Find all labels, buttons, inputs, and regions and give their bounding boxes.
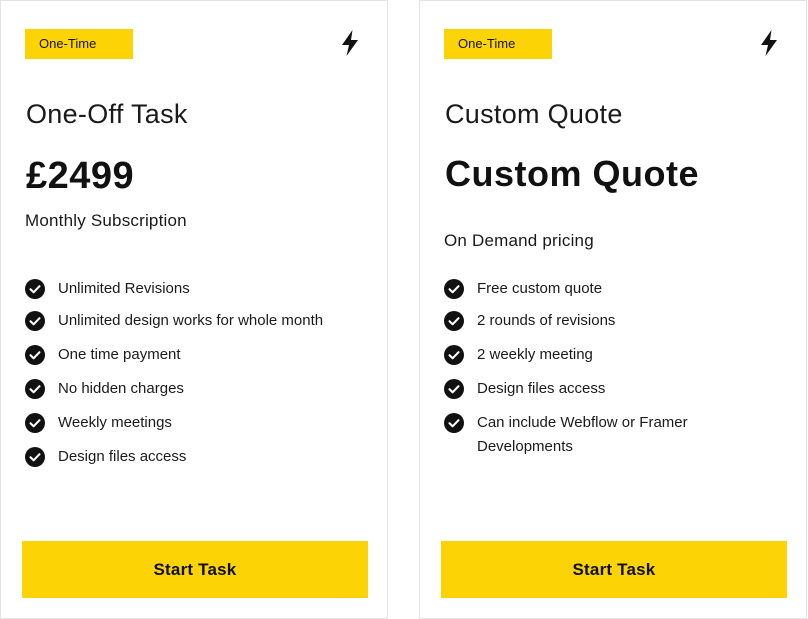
check-circle-icon xyxy=(444,379,464,399)
feature-item: Free custom quote xyxy=(444,277,794,301)
feature-text: Design files access xyxy=(58,448,187,465)
pricing-card-custom-quote: One-Time Custom Quote Custom Quote On De… xyxy=(419,0,807,619)
lightning-bolt-icon xyxy=(759,30,779,56)
check-circle-icon xyxy=(25,379,45,399)
feature-item: Design files access xyxy=(444,377,794,401)
feature-list: Unlimited Revisions Unlimited design wor… xyxy=(25,277,375,469)
check-circle-icon xyxy=(25,279,45,299)
start-task-button[interactable]: Start Task xyxy=(441,541,787,598)
plan-price: Custom Quote xyxy=(445,153,699,194)
check-circle-icon xyxy=(25,345,45,365)
feature-text: Unlimited design works for whole month xyxy=(58,312,324,329)
feature-list: Free custom quote 2 rounds of revisions … xyxy=(444,277,794,459)
check-circle-icon xyxy=(25,413,45,433)
check-circle-icon xyxy=(25,447,45,467)
check-circle-icon xyxy=(444,345,464,365)
check-circle-icon xyxy=(444,279,464,299)
feature-item: Unlimited design works for whole month xyxy=(25,309,375,333)
check-circle-icon xyxy=(444,413,464,433)
feature-item: Weekly meetings xyxy=(25,411,375,435)
pricing-card-one-off-task: One-Time One-Off Task £2499 Monthly Subs… xyxy=(0,0,388,619)
feature-text: Can include Webflow or Framer Developmen… xyxy=(477,414,688,455)
feature-text: Weekly meetings xyxy=(58,414,172,431)
check-circle-icon xyxy=(444,311,464,331)
feature-item: 2 rounds of revisions xyxy=(444,309,794,333)
feature-item: One time payment xyxy=(25,343,375,367)
lightning-bolt-icon xyxy=(340,30,360,56)
feature-item: Can include Webflow or Framer Developmen… xyxy=(444,411,734,459)
plan-title: Custom Quote xyxy=(445,99,623,129)
feature-text: 2 rounds of revisions xyxy=(477,312,616,329)
feature-text: 2 weekly meeting xyxy=(477,346,593,363)
feature-text: Free custom quote xyxy=(477,280,603,297)
feature-item: No hidden charges xyxy=(25,377,375,401)
feature-item: 2 weekly meeting xyxy=(444,343,794,367)
feature-text: One time payment xyxy=(58,346,181,363)
plan-type-badge: One-Time xyxy=(25,29,133,59)
plan-title: One-Off Task xyxy=(26,99,188,129)
feature-item: Unlimited Revisions xyxy=(25,277,375,301)
plan-billing-type: Monthly Subscription xyxy=(25,211,187,230)
feature-item: Design files access xyxy=(25,445,375,469)
plan-price: £2499 xyxy=(26,155,135,197)
plan-type-badge: One-Time xyxy=(444,29,552,59)
feature-text: Design files access xyxy=(477,380,606,397)
start-task-button[interactable]: Start Task xyxy=(22,541,368,598)
feature-text: Unlimited Revisions xyxy=(58,280,190,297)
check-circle-icon xyxy=(25,311,45,331)
pricing-cards: One-Time One-Off Task £2499 Monthly Subs… xyxy=(0,0,808,619)
plan-billing-type: On Demand pricing xyxy=(444,231,594,250)
feature-text: No hidden charges xyxy=(58,380,184,397)
